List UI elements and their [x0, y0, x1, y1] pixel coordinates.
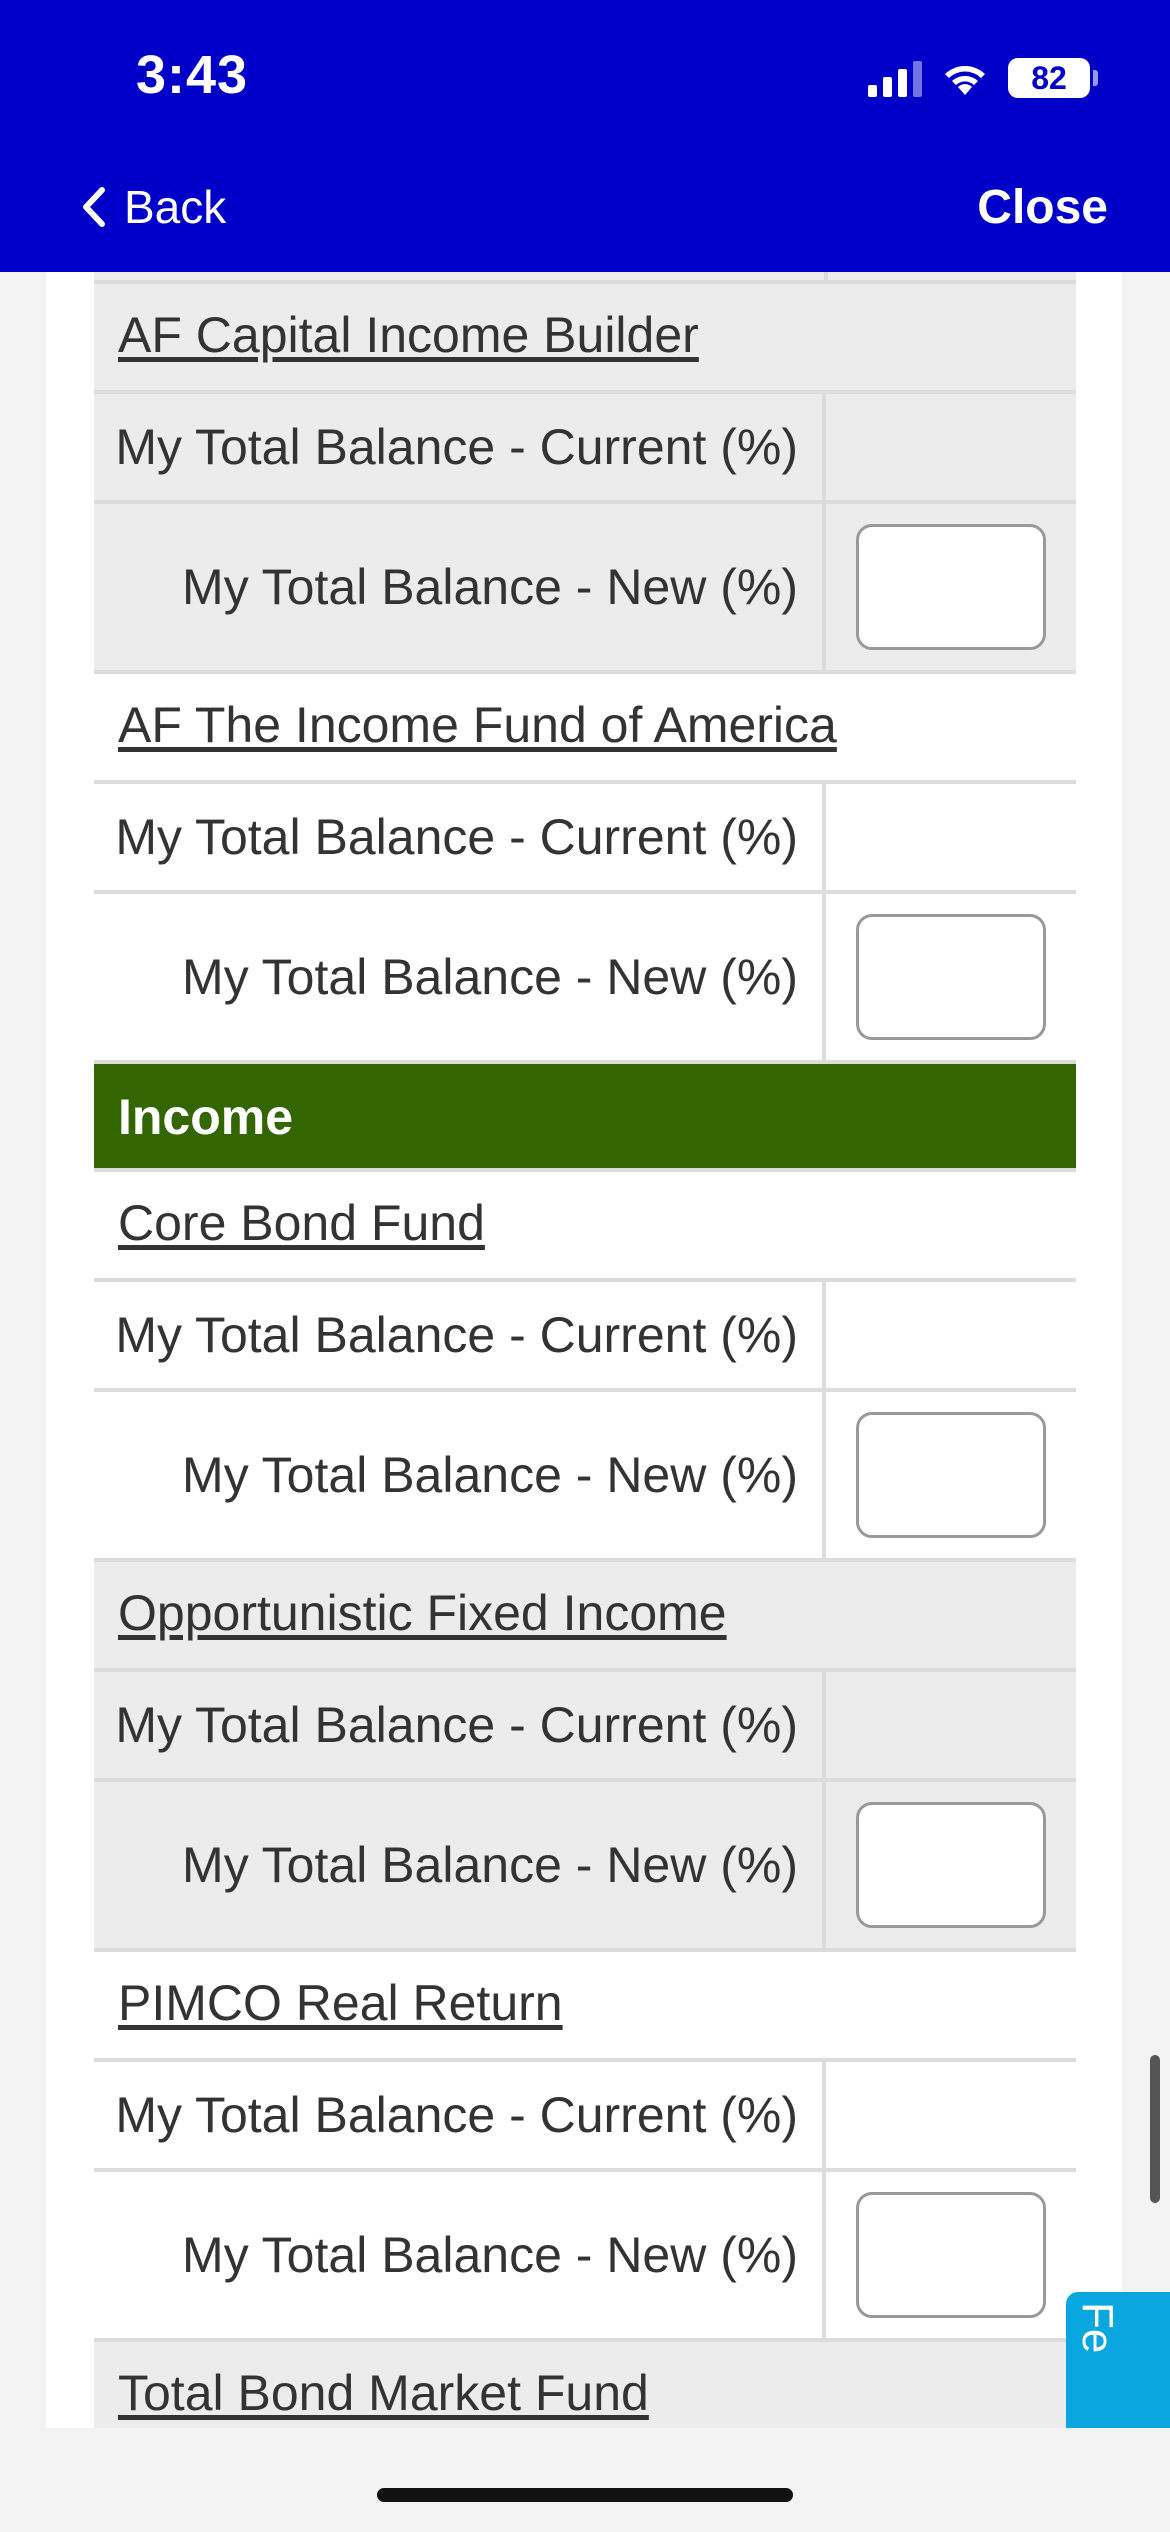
- new-balance-label: My Total Balance - New (%): [94, 504, 826, 670]
- new-balance-input[interactable]: [856, 1802, 1046, 1928]
- new-balance-row: My Total Balance - New (%): [94, 894, 1076, 1064]
- status-time: 3:43: [136, 45, 249, 105]
- current-balance-row: My Total Balance - Current (%): [94, 2062, 1076, 2172]
- current-balance-value: [826, 1672, 1076, 1778]
- fund-row: Core Bond Fund: [94, 1172, 1076, 1282]
- chevron-left-icon: [83, 187, 105, 227]
- fund-link[interactable]: AF The Income Fund of America: [118, 696, 837, 754]
- new-balance-input[interactable]: [856, 1412, 1046, 1538]
- new-balance-row: My Total Balance - New (%): [94, 504, 1076, 674]
- fund-allocation-table[interactable]: AF Capital Income Builder My Total Balan…: [94, 272, 1076, 2452]
- top-navigation-bar: 3:43 82 Back Close: [0, 0, 1170, 272]
- category-label: Income: [118, 1089, 294, 1145]
- back-label: Back: [124, 181, 227, 233]
- current-balance-value: [826, 2062, 1076, 2168]
- current-balance-row: My Total Balance - Current (%): [94, 394, 1076, 504]
- current-balance-label: My Total Balance - Current (%): [94, 1672, 826, 1778]
- current-balance-row: My Total Balance - Current (%): [94, 1672, 1076, 1782]
- fund-link[interactable]: Core Bond Fund: [118, 1194, 485, 1252]
- new-balance-row: My Total Balance - New (%): [94, 2172, 1076, 2342]
- current-balance-label: My Total Balance - Current (%): [94, 2062, 826, 2168]
- fund-row: Opportunistic Fixed Income: [94, 1562, 1076, 1672]
- new-balance-label: My Total Balance - New (%): [94, 894, 826, 1060]
- home-indicator[interactable]: [377, 2488, 793, 2502]
- fund-row: PIMCO Real Return: [94, 1952, 1076, 2062]
- fund-row: AF The Income Fund of America: [94, 674, 1076, 784]
- current-balance-label: My Total Balance - Current (%): [94, 394, 826, 500]
- fund-link[interactable]: Opportunistic Fixed Income: [118, 1584, 727, 1642]
- close-button[interactable]: Close: [977, 180, 1108, 235]
- current-balance-value: [826, 1282, 1076, 1388]
- back-button[interactable]: Back: [80, 180, 226, 234]
- fund-row: AF Capital Income Builder: [94, 284, 1076, 394]
- current-balance-value: [826, 394, 1076, 500]
- new-balance-row: My Total Balance - New (%): [94, 1782, 1076, 1952]
- battery-icon: 82: [1008, 58, 1098, 98]
- new-balance-row: My Total Balance - New (%): [94, 1392, 1076, 1562]
- new-balance-label: My Total Balance - New (%): [94, 2172, 826, 2338]
- feedback-tab-label: Fe: [1073, 2302, 1122, 2354]
- current-balance-value: [826, 784, 1076, 890]
- cellular-signal-icon: [868, 59, 922, 97]
- scrollbar[interactable]: [1150, 2055, 1160, 2203]
- new-balance-label: My Total Balance - New (%): [94, 1392, 826, 1558]
- new-balance-label: My Total Balance - New (%): [94, 1782, 826, 1948]
- feedback-tab[interactable]: Fe: [1066, 2292, 1170, 2430]
- category-header: Income: [94, 1064, 1076, 1172]
- status-icons: 82: [868, 54, 1098, 102]
- current-balance-label: My Total Balance - Current (%): [94, 784, 826, 890]
- wifi-icon: [940, 59, 990, 97]
- new-balance-input[interactable]: [856, 914, 1046, 1040]
- new-balance-input[interactable]: [856, 524, 1046, 650]
- fund-link[interactable]: AF Capital Income Builder: [118, 306, 699, 364]
- previous-row-stub: [94, 272, 1076, 284]
- new-balance-input[interactable]: [856, 2192, 1046, 2318]
- current-balance-row: My Total Balance - Current (%): [94, 784, 1076, 894]
- current-balance-row: My Total Balance - Current (%): [94, 1282, 1076, 1392]
- fund-link[interactable]: Total Bond Market Fund: [118, 2364, 649, 2422]
- bottom-safe-area: [0, 2428, 1170, 2532]
- fund-link[interactable]: PIMCO Real Return: [118, 1974, 563, 2032]
- current-balance-label: My Total Balance - Current (%): [94, 1282, 826, 1388]
